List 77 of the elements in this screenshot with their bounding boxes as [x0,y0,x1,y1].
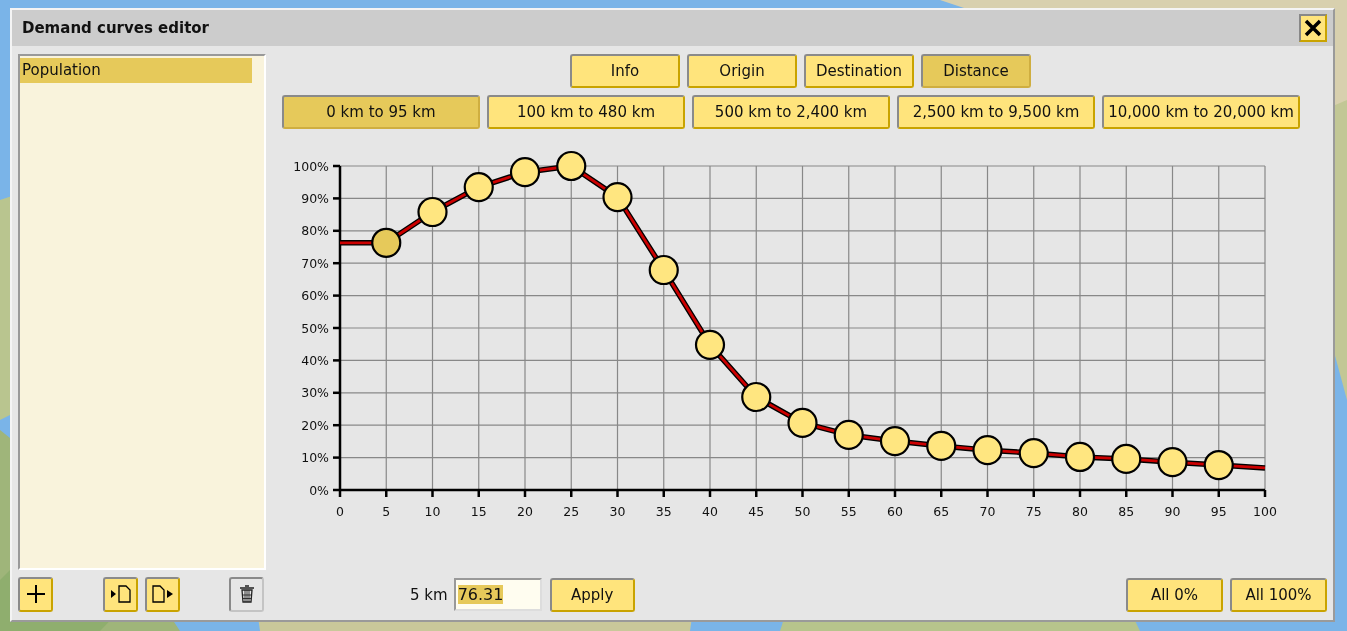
x-tick-label: 10 [424,504,441,519]
x-tick-label: 30 [609,504,626,519]
curve-point-handle[interactable] [371,227,402,258]
x-tick-label: 70 [979,504,996,519]
x-tick-label: 20 [517,504,533,519]
x-tick-label: 45 [748,504,765,519]
x-tick-label: 100 [1253,504,1277,519]
value-field[interactable]: 76.31 [453,578,542,611]
x-tick-label: 0 [336,504,344,519]
y-tick-label: 20% [301,417,329,433]
range-button[interactable]: 500 km to 2,400 km [692,95,890,129]
curve-point-handle[interactable] [926,430,957,462]
x-tick-label: 55 [840,504,857,519]
tab[interactable]: Destination [804,54,914,88]
curve-point-handle[interactable] [1157,447,1188,478]
curve-point-handle[interactable] [509,157,541,188]
x-tick-label: 35 [655,504,672,519]
window-title: Demand curves editor [22,19,209,37]
tab[interactable]: Origin [687,54,797,88]
x-tick-label: 5 [382,504,391,519]
delete-button[interactable] [229,576,264,612]
x-tick-label: 15 [470,504,487,519]
curve-point-handle[interactable] [1064,441,1096,473]
curve-point-handle[interactable] [1018,437,1049,469]
y-tick-label: 70% [301,255,329,271]
curve-point-handle[interactable] [417,196,448,228]
x-tick-label: 40 [702,504,718,519]
y-tick-label: 90% [301,190,329,206]
apply-button[interactable]: Apply [549,577,635,612]
curve-point-handle[interactable] [602,182,633,213]
arrow-document-icon [109,584,132,604]
y-tick-label: 0% [309,482,329,498]
x-tick-label: 95 [1210,504,1227,519]
x-tick-label: 25 [563,504,580,519]
curve-point-handle[interactable] [463,171,494,203]
export-button[interactable] [145,576,180,612]
range-button[interactable]: 0 km to 95 km [282,95,480,129]
y-tick-label: 100% [293,158,329,174]
curve-point-handle[interactable] [648,254,679,286]
curve-point-handle[interactable] [741,381,772,413]
x-tick-label: 75 [1025,504,1042,519]
y-tick-label: 30% [301,385,329,401]
x-tick-label: 80 [1072,504,1088,519]
y-tick-label: 10% [301,450,329,466]
import-button[interactable] [103,576,138,612]
y-tick-label: 80% [301,223,329,239]
x-tick-label: 65 [933,504,950,519]
x-tick-label: 60 [887,504,903,519]
curve-point-handle[interactable] [556,150,587,182]
curve-item[interactable]: Population [20,58,252,83]
curve-point-handle[interactable] [694,329,726,360]
distance-label: 5 km [410,585,448,604]
tab[interactable]: Distance [921,54,1031,88]
set-all-button[interactable]: All 100% [1230,577,1327,612]
close-button[interactable] [1299,14,1327,42]
curve-point-handle[interactable] [787,407,818,439]
range-button[interactable]: 2,500 km to 9,500 km [897,95,1095,129]
x-tick-label: 50 [794,504,811,519]
plus-icon [25,584,46,604]
add-button[interactable] [18,576,53,612]
curve-point-handle[interactable] [833,419,864,451]
y-tick-label: 40% [301,352,329,368]
x-tick-label: 85 [1118,504,1135,519]
trash-icon [238,585,255,603]
y-tick-label: 50% [301,320,329,336]
x-tick-label: 90 [1164,504,1181,519]
close-icon [1304,19,1322,37]
range-button[interactable]: 10,000 km to 20,000 km [1102,95,1300,129]
curve-point-handle[interactable] [1203,449,1234,481]
y-tick-label: 60% [301,288,329,304]
set-all-button[interactable]: All 0% [1126,577,1223,612]
document-arrow-icon [151,584,174,604]
curve-point-handle[interactable] [879,425,911,457]
tab[interactable]: Info [570,54,680,88]
range-button[interactable]: 100 km to 480 km [487,95,685,129]
curve-point-handle[interactable] [1111,443,1142,474]
curve-point-handle[interactable] [972,435,1003,466]
